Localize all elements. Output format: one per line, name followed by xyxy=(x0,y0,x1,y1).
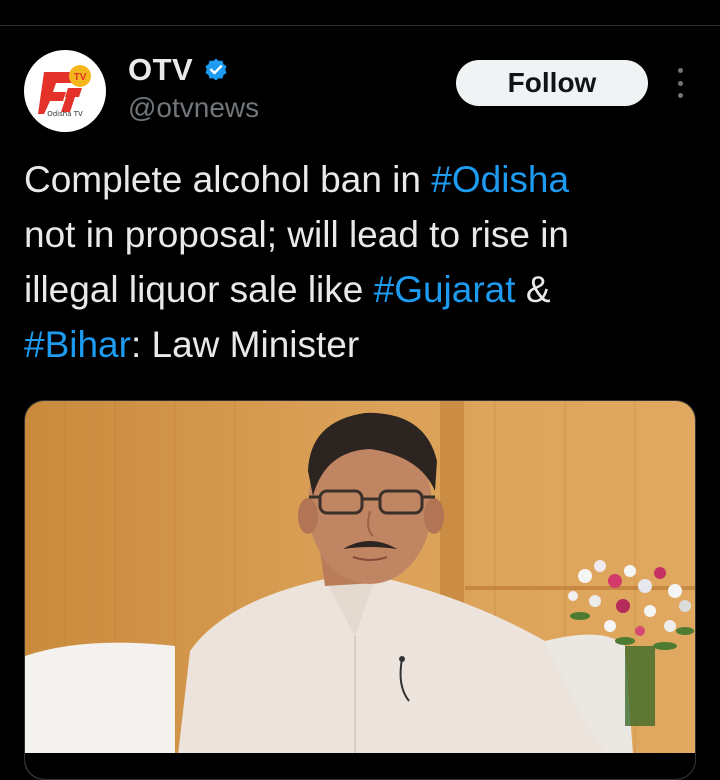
tweet-line: illegal liquor sale like #Gujarat & xyxy=(24,262,696,317)
hashtag-odisha[interactable]: #Odisha xyxy=(431,159,569,200)
handle[interactable]: @otvnews xyxy=(128,92,259,124)
tweet-line: Complete alcohol ban in #Odisha xyxy=(24,152,696,207)
verified-badge-icon xyxy=(205,58,227,81)
svg-text:TV: TV xyxy=(74,72,87,83)
name-row: OTV xyxy=(128,52,229,88)
tweet-text: Complete alcohol ban in #Odisha not in p… xyxy=(24,152,696,372)
tweet-text-segment: : Law Minister xyxy=(130,324,360,365)
media-photo[interactable] xyxy=(24,400,696,780)
tweet-text-segment: illegal liquor sale like xyxy=(24,269,374,310)
tweet-line: not in proposal; will lead to rise in xyxy=(24,207,696,262)
display-name[interactable]: OTV xyxy=(128,52,193,88)
top-divider xyxy=(0,25,720,26)
hashtag-bihar[interactable]: #Bihar xyxy=(24,324,131,365)
more-dots-icon[interactable] xyxy=(669,68,691,98)
avatar-caption: Odisha TV xyxy=(47,110,83,118)
otv-logo-icon: TV xyxy=(38,65,91,114)
follow-button[interactable]: Follow xyxy=(456,60,648,106)
photo-illustration xyxy=(25,401,695,779)
hashtag-gujarat[interactable]: #Gujarat xyxy=(374,269,516,310)
tweet-text-segment: Complete alcohol ban in xyxy=(24,159,432,200)
tweet-text-segment: & xyxy=(515,269,551,310)
avatar[interactable]: TV Odisha TV xyxy=(24,50,106,132)
tweet-line: #Bihar: Law Minister xyxy=(24,317,696,372)
tweet-header: TV Odisha TV OTV @otvnews Follow xyxy=(24,50,696,132)
tweet-text-segment: not in proposal; will lead to rise in xyxy=(24,214,570,255)
